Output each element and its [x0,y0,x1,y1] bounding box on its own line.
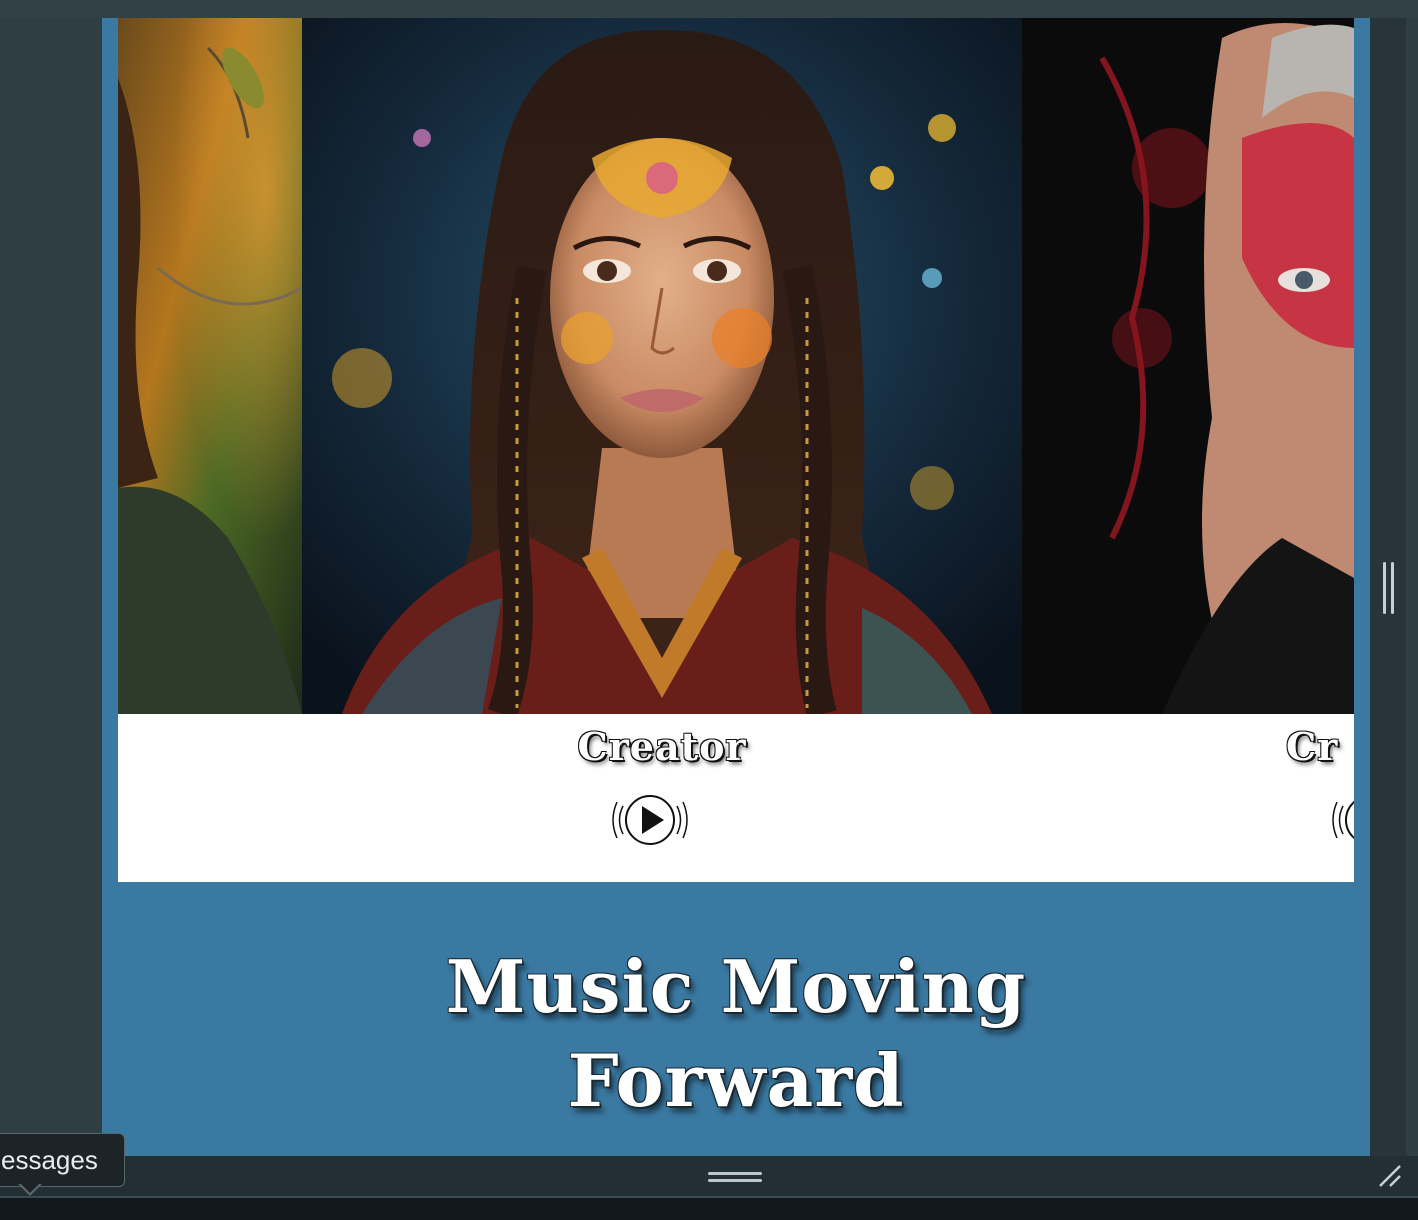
slide-caption: Creator [577,724,747,769]
play-sound-button[interactable] [1328,788,1354,852]
hero-title-line: Music Moving [445,944,1027,1029]
slide-caption: Cr [1286,724,1339,769]
carousel-slide[interactable]: Cr [1022,18,1354,882]
play-sound-icon [1332,800,1354,840]
carousel-slide[interactable] [118,18,302,882]
side-resize-handle[interactable] [1383,562,1395,614]
play-sound-icon [612,795,688,845]
hero-title: Music Moving Forward [102,940,1370,1128]
slide-image [302,18,1022,714]
play-sound-button[interactable] [608,788,692,852]
top-strip [0,0,1418,18]
slide-image [1022,18,1354,714]
slide-image [118,18,302,714]
carousel-slide[interactable]: Creator [302,18,1022,882]
window-bottom-edge [0,1196,1418,1220]
creator-carousel[interactable]: Creator Cr [118,18,1354,882]
tooltip-arrow-inner [20,1183,40,1193]
panel-drag-handle[interactable] [708,1170,762,1186]
hero-title-line: Forward [567,1038,905,1123]
messages-tooltip: essages [0,1133,125,1187]
resize-corner-icon[interactable] [1374,1160,1404,1190]
